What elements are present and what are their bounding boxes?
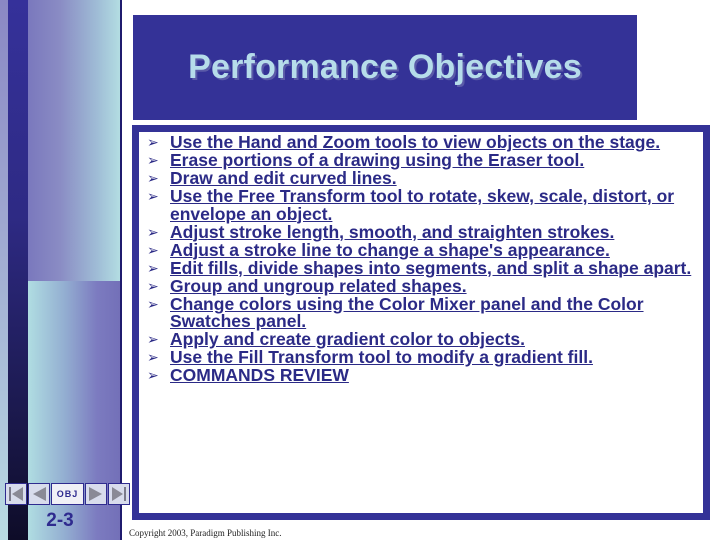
title-banner: Performance Objectives: [133, 15, 637, 120]
arrow-bullet-icon: ➢: [147, 331, 159, 347]
arrow-bullet-icon: ➢: [147, 152, 159, 168]
copyright-notice: Copyright 2003, Paradigm Publishing Inc.: [129, 528, 282, 538]
arrow-bullet-icon: ➢: [147, 134, 159, 150]
objective-link[interactable]: Edit fills, divide shapes into segments,…: [170, 258, 691, 278]
objective-link[interactable]: Apply and create gradient color to objec…: [170, 329, 525, 349]
left-strip-panel: [28, 0, 120, 540]
objective-item: ➢ Adjust a stroke line to change a shape'…: [142, 240, 703, 260]
slide-navigation: OBJ: [5, 482, 130, 506]
objective-link[interactable]: Group and ungroup related shapes.: [170, 276, 467, 296]
objective-item: ➢ Adjust stroke length, smooth, and strai…: [142, 222, 703, 242]
objective-link[interactable]: Use the Free Transform tool to rotate, s…: [170, 186, 674, 224]
arrow-bullet-icon: ➢: [147, 295, 159, 312]
objectives-panel: ➢ Use the Hand and Zoom tools to view obj…: [132, 125, 710, 520]
objectives-list: ➢ Use the Hand and Zoom tools to view obj…: [139, 132, 703, 385]
last-slide-icon: [112, 487, 126, 501]
objective-link[interactable]: Draw and edit curved lines.: [170, 168, 397, 188]
arrow-bullet-icon: ➢: [147, 188, 159, 204]
objectives-button-label: OBJ: [56, 489, 79, 499]
objective-link[interactable]: Adjust a stroke line to change a shape's…: [170, 240, 610, 260]
next-slide-icon: [89, 487, 102, 501]
slide-number: 2-3: [46, 510, 74, 531]
arrow-bullet-icon: ➢: [147, 241, 159, 258]
slide-title: Performance Objectives: [188, 48, 582, 86]
next-slide-button[interactable]: [85, 483, 107, 505]
left-strip-dark-bar: [8, 0, 28, 540]
previous-slide-icon: [33, 487, 46, 501]
objective-link[interactable]: Use the Hand and Zoom tools to view obje…: [170, 132, 660, 152]
objective-link[interactable]: Erase portions of a drawing using the Er…: [170, 150, 584, 170]
objective-link[interactable]: Adjust stroke length, smooth, and straig…: [170, 222, 614, 242]
objective-item: ➢ Edit fills, divide shapes into segments…: [142, 258, 703, 278]
arrow-bullet-icon: ➢: [147, 277, 159, 294]
last-slide-button[interactable]: [108, 483, 130, 505]
left-strip-gradient-top: [28, 0, 120, 281]
arrow-bullet-icon: ➢: [147, 259, 159, 276]
arrow-bullet-icon: ➢: [147, 223, 159, 240]
arrow-bullet-icon: ➢: [147, 349, 159, 365]
objective-link[interactable]: Change colors using the Color Mixer pane…: [170, 294, 644, 332]
objective-item: ➢ Apply and create gradient color to obje…: [142, 329, 703, 349]
objective-item: ➢ Use the Hand and Zoom tools to view obj…: [142, 132, 703, 152]
objective-item: ➢ Change colors using the Color Mixer pan…: [142, 294, 703, 332]
objective-link[interactable]: COMMANDS REVIEW: [170, 365, 349, 385]
objectives-button[interactable]: OBJ: [51, 483, 84, 505]
objective-item: ➢ Erase portions of a drawing using the E…: [142, 150, 703, 170]
objective-item: ➢ Use the Free Transform tool to rotate, …: [142, 186, 703, 224]
objective-item: ➢ Group and ungroup related shapes.: [142, 276, 703, 296]
first-slide-button[interactable]: [5, 483, 27, 505]
objective-item: ➢ Use the Fill Transform tool to modify a…: [142, 347, 703, 367]
arrow-bullet-icon: ➢: [147, 170, 159, 186]
objective-item: ➢ COMMANDS REVIEW: [142, 365, 703, 385]
objective-link[interactable]: Use the Fill Transform tool to modify a …: [170, 347, 593, 367]
objective-item: ➢ Draw and edit curved lines.: [142, 168, 703, 188]
previous-slide-button[interactable]: [28, 483, 50, 505]
left-strip-edge: [0, 0, 8, 540]
left-strip-border: [120, 0, 122, 540]
arrow-bullet-icon: ➢: [147, 367, 159, 383]
first-slide-icon: [9, 487, 23, 501]
